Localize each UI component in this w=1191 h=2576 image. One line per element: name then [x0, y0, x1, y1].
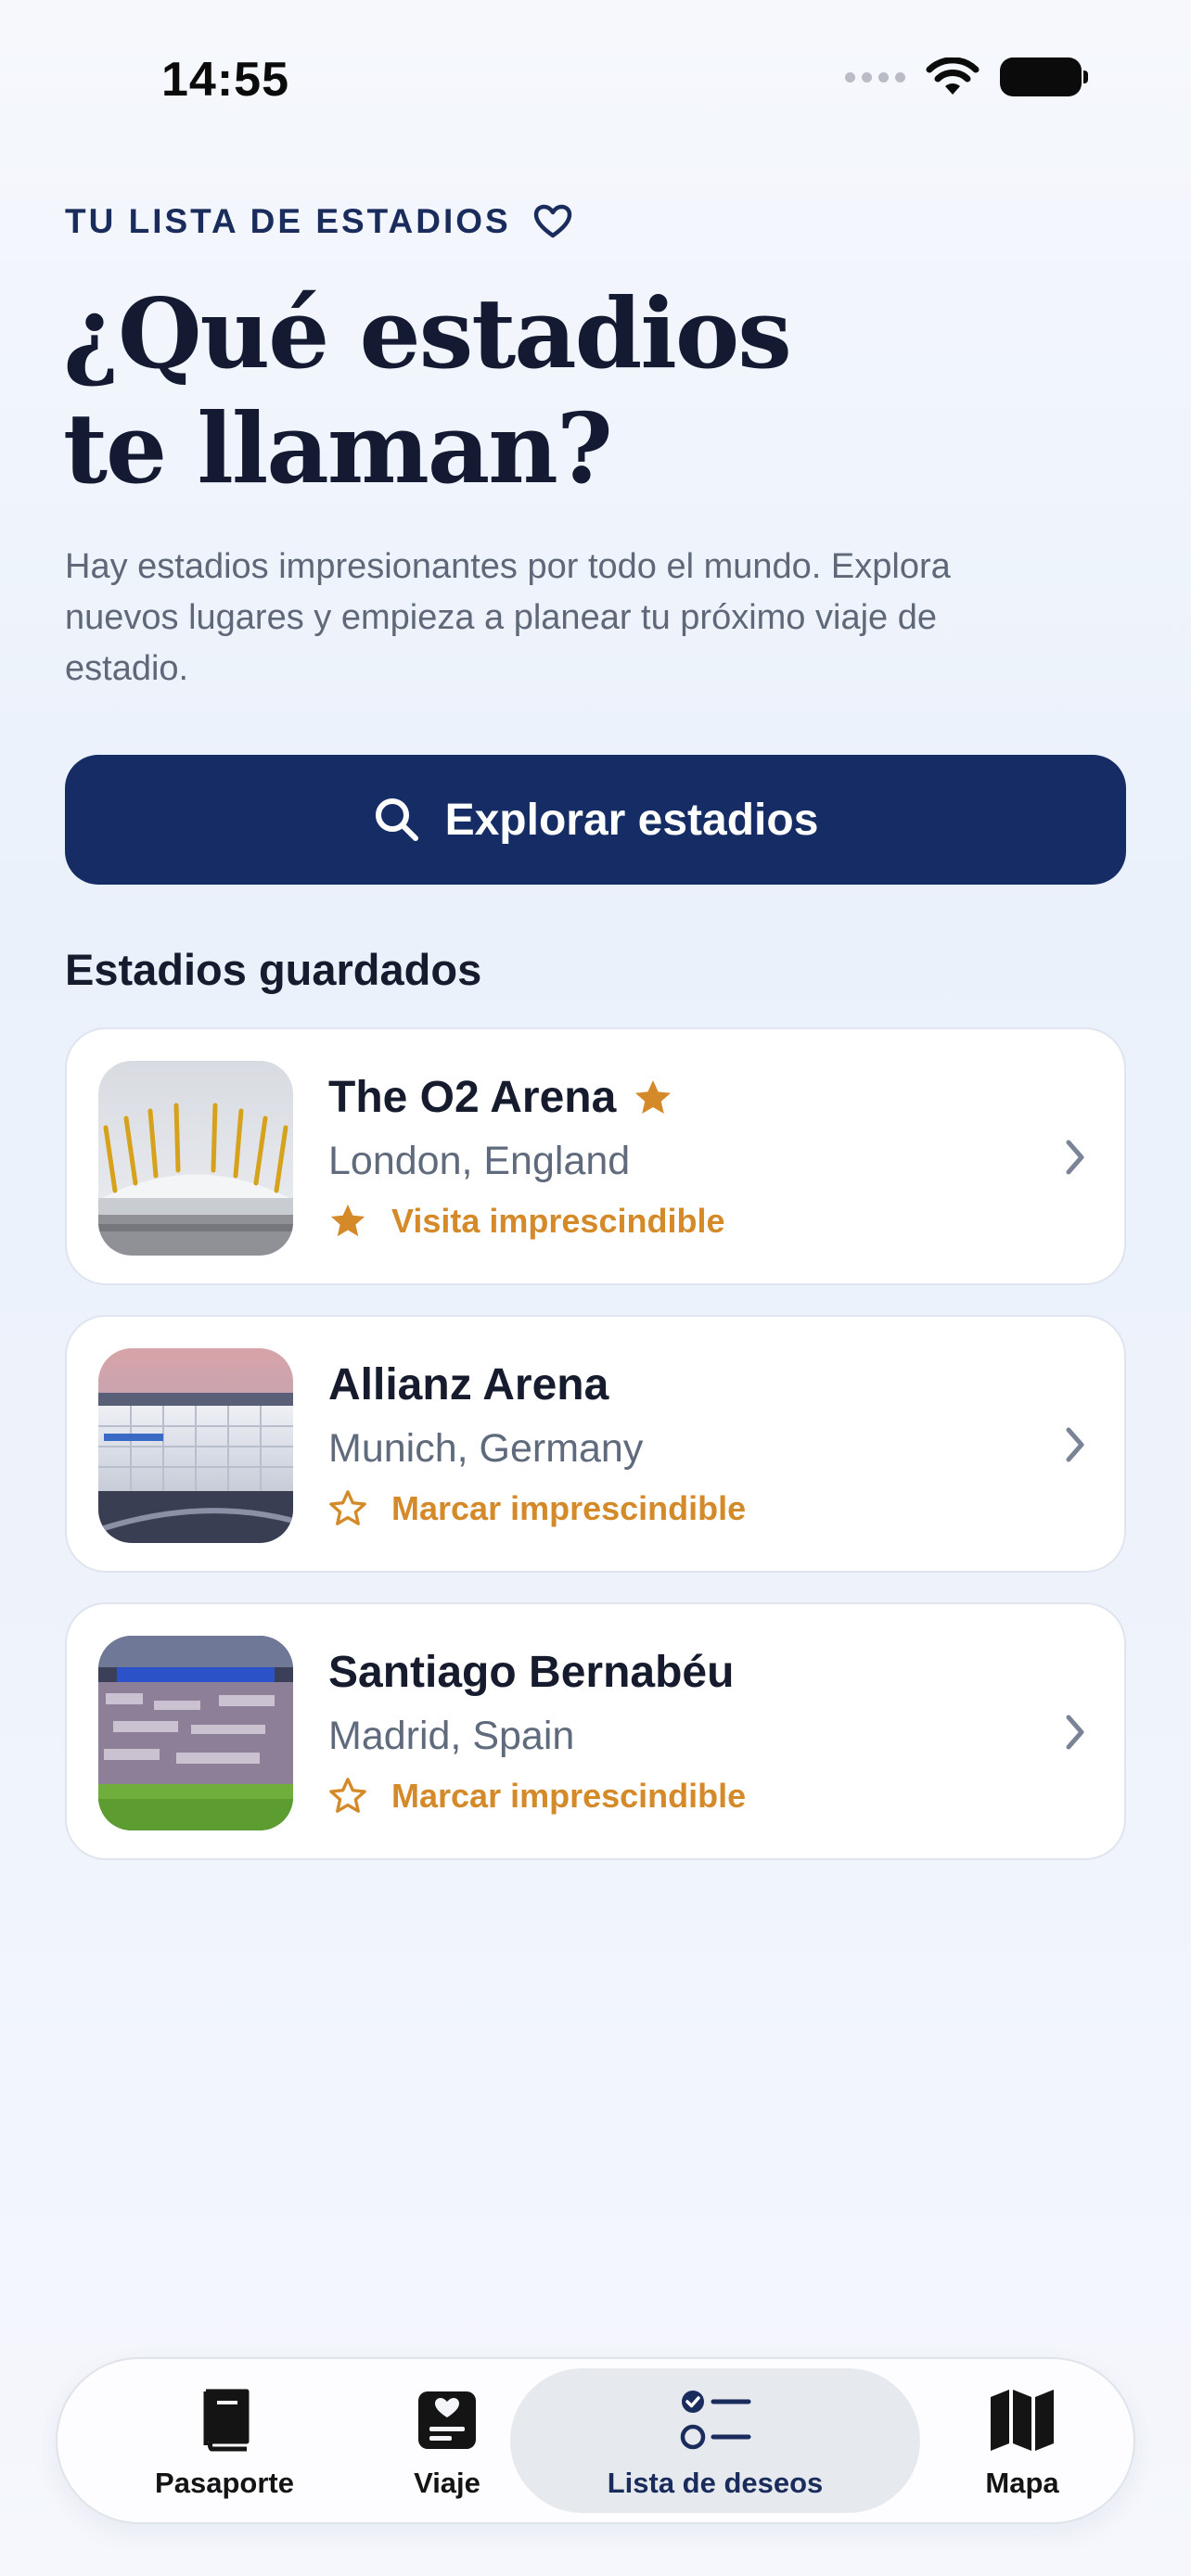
must-visit-toggle[interactable]: Marcar imprescindible: [328, 1489, 746, 1528]
cellular-signal-icon: [845, 71, 905, 83]
search-icon: [375, 798, 418, 841]
book-icon: [203, 2389, 250, 2452]
stadium-location: Madrid, Spain: [328, 1714, 575, 1758]
tab-label: Lista de deseos: [607, 2467, 824, 2499]
title-line-1: ¿Qué estadios: [63, 276, 792, 390]
stadium-location: London, England: [328, 1139, 631, 1183]
eyebrow: TU LISTA DE ESTADIOS: [65, 202, 572, 241]
map-icon: [991, 2390, 1054, 2451]
title-line-2: te llaman?: [63, 391, 613, 505]
tab-bar: Pasaporte Viaje Lista de deseos Mapa: [56, 2357, 1135, 2524]
tab-lista-de-deseos[interactable]: Lista de deseos: [510, 2368, 920, 2513]
card-title-row: The O2 Arena: [328, 1072, 673, 1123]
tab-mapa[interactable]: Mapa: [948, 2368, 1096, 2513]
status-time: 14:55: [161, 53, 289, 107]
star-filled-icon: [330, 1204, 365, 1237]
chevron-right-icon: [1066, 1427, 1084, 1462]
tab-viaje[interactable]: Viaje: [373, 2368, 521, 2513]
star-outline-icon: [329, 1778, 366, 1813]
eyebrow-label: TU LISTA DE ESTADIOS: [65, 202, 511, 240]
intro-text: Hay estadios impresionantes por todo el …: [65, 547, 951, 688]
checklist-icon: [680, 2391, 751, 2450]
stadium-photo: [98, 1348, 293, 1543]
stadium-photo: [98, 1061, 293, 1256]
card-title-row: Allianz Arena: [328, 1359, 608, 1410]
saved-stadiums-list: The O2 Arena London, England Visita impr…: [65, 1027, 1126, 1890]
stadium-name: Allianz Arena: [328, 1360, 609, 1409]
stadium-photo: [98, 1636, 293, 1830]
stadium-location: Munich, Germany: [328, 1426, 644, 1471]
tab-label: Mapa: [985, 2467, 1059, 2499]
explore-stadiums-button[interactable]: Explorar estadios: [65, 755, 1126, 885]
stadium-card-allianz-arena[interactable]: Allianz Arena Munich, Germany Marcar imp…: [65, 1315, 1126, 1573]
must-visit-label: Marcar imprescindible: [391, 1489, 747, 1527]
tab-label: Viaje: [414, 2467, 480, 2499]
must-visit-toggle[interactable]: Marcar imprescindible: [328, 1777, 746, 1816]
battery-icon: [1000, 57, 1088, 96]
tab-label: Pasaporte: [155, 2467, 294, 2499]
saved-section-title: Estadios guardados: [65, 945, 482, 994]
ticket-icon: [418, 2391, 476, 2449]
must-visit-label: Visita imprescindible: [391, 1202, 725, 1240]
wifi-icon: [926, 57, 980, 95]
heart-icon: [533, 204, 571, 238]
stadium-name: The O2 Arena: [328, 1073, 617, 1122]
stadium-card-o2-arena[interactable]: The O2 Arena London, England Visita impr…: [65, 1027, 1126, 1285]
stadium-card-santiago-bernabeu[interactable]: Santiago Bernabéu Madrid, Spain Marcar i…: [65, 1602, 1126, 1860]
explore-button-label: Explorar estadios: [444, 795, 819, 845]
card-title-row: Santiago Bernabéu: [328, 1647, 734, 1698]
status-icons: [845, 57, 1088, 96]
stadium-name: Santiago Bernabéu: [328, 1648, 735, 1697]
star-outline-icon: [329, 1490, 366, 1525]
must-visit-star-icon: [635, 1079, 672, 1114]
must-visit-toggle[interactable]: Visita imprescindible: [328, 1202, 724, 1241]
tab-pasaporte[interactable]: Pasaporte: [122, 2368, 327, 2513]
page-title: ¿Qué estadios te llaman?: [63, 276, 792, 506]
chevron-right-icon: [1066, 1715, 1084, 1750]
chevron-right-icon: [1066, 1140, 1084, 1175]
must-visit-label: Marcar imprescindible: [391, 1777, 747, 1815]
